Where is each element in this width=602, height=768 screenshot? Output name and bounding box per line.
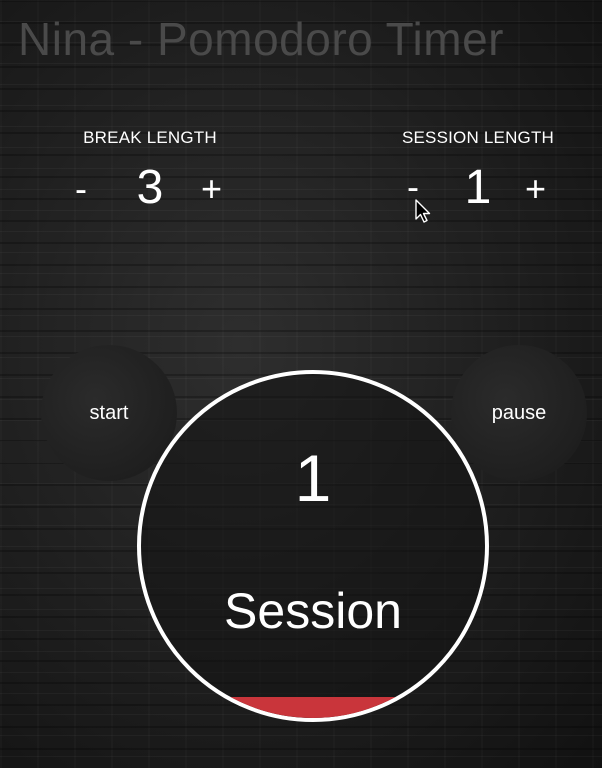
break-length-row: - 3 + <box>45 160 255 220</box>
mouse-pointer-icon <box>415 199 431 223</box>
session-length-control: SESSION LENGTH - 1 + <box>373 128 583 220</box>
timer-progress-fill <box>141 697 485 718</box>
timer-circle[interactable]: 1 Session <box>137 370 489 722</box>
session-length-row: - 1 + <box>373 160 583 220</box>
break-length-value: 3 <box>136 161 164 214</box>
session-length-value: 1 <box>464 161 492 214</box>
timer-countdown: 1 <box>294 441 332 515</box>
session-increment-button[interactable]: + <box>525 168 546 210</box>
break-length-control: BREAK LENGTH - 3 + <box>45 128 255 220</box>
break-length-label: BREAK LENGTH <box>83 128 217 147</box>
timer-mode-label: Session <box>224 583 402 639</box>
page-title: Nina - Pomodoro Timer <box>18 13 504 65</box>
break-increment-button[interactable]: + <box>201 168 222 210</box>
app-background: Nina - Pomodoro Timer BREAK LENGTH - 3 +… <box>0 0 602 768</box>
session-length-label: SESSION LENGTH <box>401 128 555 147</box>
